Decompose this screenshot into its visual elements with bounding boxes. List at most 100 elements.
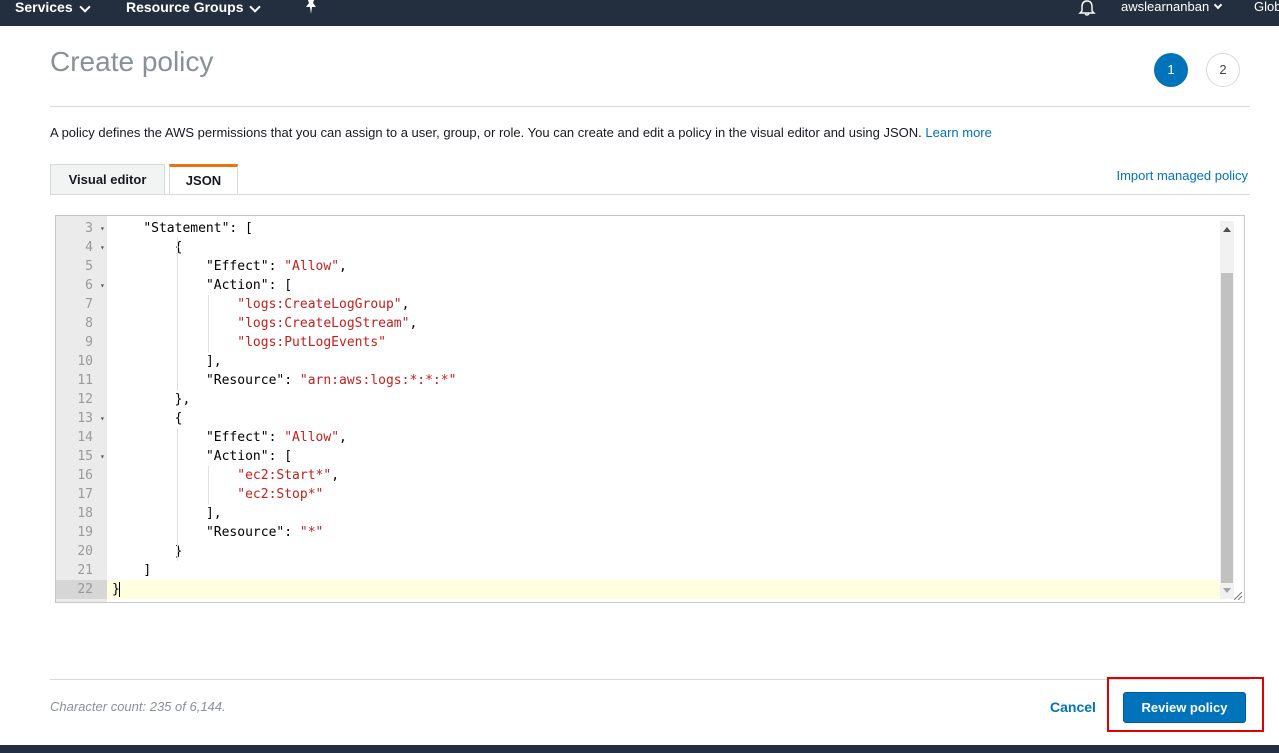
json-editor[interactable]: 3 ▾ "Statement": [4 ▾{5 "Effect": "Allow", 6 ▾… (55, 215, 1245, 603)
code-line[interactable]: 8 "logs:CreateLogStream", (56, 314, 1220, 333)
code-line[interactable]: 4 ▾{ (56, 238, 1220, 257)
code-line[interactable]: 12}, (56, 390, 1220, 409)
scroll-up-icon[interactable] (1223, 227, 1231, 232)
json-token: , (339, 259, 347, 274)
json-token: }, (174, 392, 191, 407)
chevron-down-icon (78, 1, 91, 13)
code-line[interactable]: 13 ▾{ (56, 409, 1220, 428)
code-line[interactable]: 9 "logs:PutLogEvents" (56, 333, 1220, 352)
fold-toggle-icon[interactable]: ▾ (100, 219, 105, 238)
indent-guide (176, 238, 178, 390)
code-line[interactable]: 16 "ec2:Start*", (56, 466, 1220, 485)
services-label: Services (15, 0, 73, 15)
code-line[interactable]: 11 "Resource": "arn:aws:logs:*:*:*" (56, 371, 1220, 390)
code-text: "Action": [ (206, 447, 292, 466)
top-nav-bar: Services Resource Groups awslearnanban G… (0, 0, 1279, 26)
editor-scrollbar[interactable] (1220, 221, 1234, 599)
account-name: awslearnanban (1121, 0, 1210, 14)
code-line[interactable]: 14 "Effect": "Allow", (56, 428, 1220, 447)
chevron-down-icon (249, 1, 262, 13)
json-token: "Statement": [ (143, 221, 253, 236)
divider (50, 679, 1250, 680)
code-line[interactable]: 22} (56, 580, 1220, 599)
json-string-token: "Allow" (284, 259, 340, 274)
bell-icon[interactable] (1078, 0, 1096, 16)
json-string-token: "ec2:Start*" (237, 468, 332, 483)
fold-toggle-icon[interactable]: ▾ (100, 447, 105, 466)
json-token: "Action": [ (205, 449, 293, 464)
json-token: , (401, 297, 410, 312)
region-label: Glob (1254, 0, 1279, 14)
fold-toggle-icon[interactable]: ▾ (100, 238, 105, 257)
code-line[interactable]: 21] (56, 561, 1220, 580)
page-title: Create policy (50, 46, 214, 77)
learn-more-link[interactable]: Learn more (925, 125, 991, 140)
code-text: "Resource": "*" (206, 523, 323, 542)
resource-groups-menu[interactable]: Resource Groups (126, 0, 262, 26)
indent-guide (207, 295, 209, 352)
indent-guide (176, 428, 178, 561)
code-text: }, (175, 390, 191, 409)
json-token: "Resource": (205, 373, 300, 388)
scrollbar-thumb[interactable] (1221, 273, 1233, 583)
intro-description: A policy defines the AWS permissions tha… (50, 125, 922, 140)
scroll-down-icon[interactable] (1223, 588, 1231, 593)
json-string-token: "logs:CreateLogGroup" (237, 297, 402, 312)
line-number: 21 (77, 563, 93, 578)
tab-visual-editor[interactable]: Visual editor (50, 164, 165, 195)
line-number: 10 (77, 354, 93, 369)
divider (50, 106, 1250, 107)
line-number: 18 (77, 506, 93, 521)
code-line[interactable]: 17 "ec2:Stop*" (56, 485, 1220, 504)
json-token: ], (205, 506, 222, 521)
line-number: 11 (77, 373, 93, 388)
code-line[interactable]: 18], (56, 504, 1220, 523)
code-line[interactable]: 20} (56, 542, 1220, 561)
line-number: 17 (77, 487, 93, 502)
json-string-token: "*" (299, 525, 324, 540)
step-1-indicator: 1 (1154, 53, 1188, 87)
fold-toggle-icon[interactable]: ▾ (100, 409, 105, 428)
fold-toggle-icon[interactable]: ▾ (100, 276, 105, 295)
line-number: 20 (77, 544, 93, 559)
account-menu[interactable]: awslearnanban (1121, 0, 1223, 26)
pin-icon[interactable] (305, 0, 317, 14)
json-string-token: "logs:CreateLogStream" (237, 316, 410, 331)
resource-groups-label: Resource Groups (126, 0, 244, 15)
code-text: } (112, 580, 120, 599)
import-managed-policy-link[interactable]: Import managed policy (1116, 168, 1248, 183)
tab-json[interactable]: JSON (169, 164, 238, 195)
code-text: "logs:CreateLogStream", (237, 314, 417, 333)
code-text: "logs:PutLogEvents" (237, 333, 386, 352)
line-number: 22 (56, 580, 107, 599)
json-token: "Action": [ (205, 278, 293, 293)
json-string-token: "arn:aws:logs:*:*:*" (299, 373, 457, 388)
services-menu[interactable]: Services (15, 0, 91, 26)
json-token: "Effect": (205, 259, 285, 274)
code-line[interactable]: 15 ▾ "Action": [ (56, 447, 1220, 466)
line-number: 8 (85, 316, 93, 331)
tab-divider (50, 194, 1250, 195)
code-text: "Effect": "Allow", (206, 257, 347, 276)
line-number: 9 (85, 335, 93, 350)
code-line[interactable]: 10], (56, 352, 1220, 371)
json-string-token: "Allow" (284, 430, 340, 445)
code-line[interactable]: 19 "Resource": "*" (56, 523, 1220, 542)
json-token: "Effect": (205, 430, 285, 445)
code-line[interactable]: 6 ▾ "Action": [ (56, 276, 1220, 295)
line-number: 12 (77, 392, 93, 407)
region-menu[interactable]: Glob (1254, 0, 1279, 26)
json-string-token: "ec2:Stop*" (237, 487, 324, 502)
resize-handle-icon[interactable] (1234, 592, 1242, 600)
code-line[interactable]: 7 "logs:CreateLogGroup", (56, 295, 1220, 314)
text-cursor (118, 582, 120, 597)
code-text: "Resource": "arn:aws:logs:*:*:*" (206, 371, 456, 390)
code-line[interactable]: 5 "Effect": "Allow", (56, 257, 1220, 276)
json-string-token: "logs:PutLogEvents" (237, 335, 386, 350)
code-text: "Action": [ (206, 276, 292, 295)
cancel-button[interactable]: Cancel (1050, 699, 1096, 715)
json-token: , (339, 430, 347, 445)
code-line[interactable]: 3 ▾ "Statement": [ (56, 219, 1220, 238)
code-text: "logs:CreateLogGroup", (237, 295, 409, 314)
code-area[interactable]: 3 ▾ "Statement": [4 ▾{5 "Effect": "Allow", 6 ▾… (56, 219, 1220, 599)
